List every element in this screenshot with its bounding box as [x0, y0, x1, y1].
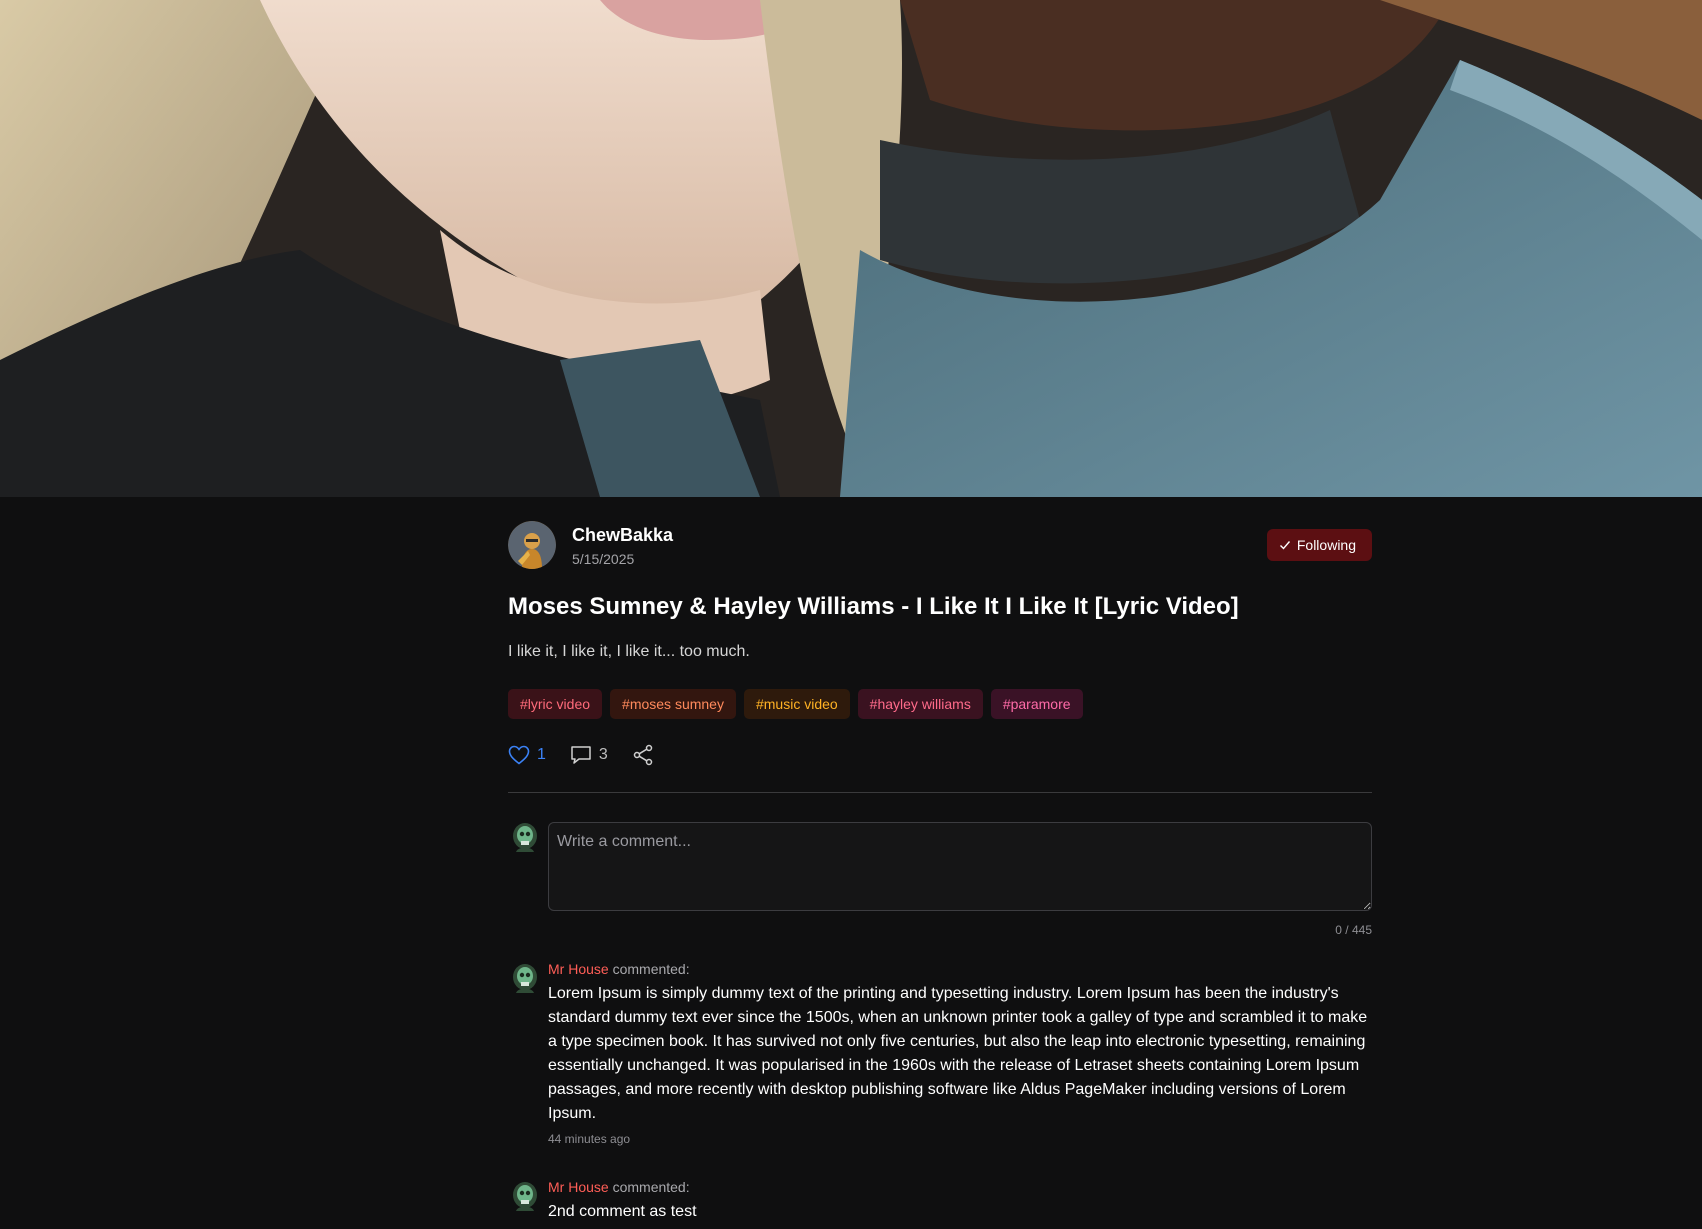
share-icon: [633, 744, 653, 766]
comment-input[interactable]: [548, 822, 1372, 911]
comment-header: Mr House commented:: [548, 1179, 690, 1195]
comment-header: Mr House commented:: [548, 961, 690, 977]
comment-button[interactable]: 3: [570, 745, 608, 765]
comment-count: 3: [598, 746, 608, 763]
skull-avatar-icon: [513, 823, 537, 852]
commenter-name[interactable]: Mr House: [548, 961, 609, 977]
comment-item: Mr House commented: Lorem Ipsum is simpl…: [508, 961, 1372, 1151]
speech-bubble-icon: [571, 746, 591, 764]
tag-pill[interactable]: #moses sumney: [610, 689, 736, 719]
check-icon: [1279, 541, 1290, 550]
comment-item: Mr House commented: 2nd comment as test: [508, 1179, 1372, 1229]
commenter-avatar[interactable]: [510, 1181, 540, 1215]
author-name[interactable]: ChewBakka: [572, 525, 673, 546]
comment-body: Lorem Ipsum is simply dummy text of the …: [548, 985, 1368, 1122]
current-user-avatar: [510, 822, 540, 856]
tag-pill[interactable]: #music video: [743, 689, 850, 719]
post-actions: 1 3: [508, 742, 678, 768]
comment-action-text: commented:: [608, 1179, 690, 1195]
post-cover-image: [0, 0, 1702, 497]
divider: [508, 792, 1372, 793]
cover-image-art: [0, 0, 1702, 497]
post-title: Moses Sumney & Hayley Williams - I Like …: [508, 593, 1239, 620]
skull-avatar-icon: [513, 964, 537, 993]
char-counter: 0 / 445: [1335, 923, 1372, 937]
tag-pill[interactable]: #hayley williams: [857, 689, 983, 719]
comment-timestamp: 44 minutes ago: [548, 1132, 631, 1146]
comment-body: 2nd comment as test: [548, 1203, 697, 1220]
following-label: Following: [1296, 537, 1356, 553]
post-description: I like it, I like it, I like it... too m…: [508, 643, 750, 660]
share-button[interactable]: [632, 744, 654, 766]
post-date: 5/15/2025: [572, 551, 635, 567]
user-avatar-icon: [508, 521, 556, 569]
like-button[interactable]: 1: [508, 745, 546, 765]
commenter-avatar[interactable]: [510, 963, 540, 997]
post-author-row: ChewBakka 5/15/2025 Following: [508, 521, 1372, 571]
comment-action-text: commented:: [608, 961, 690, 977]
tag-pill[interactable]: #lyric video: [508, 689, 603, 719]
commenter-name[interactable]: Mr House: [548, 1179, 609, 1195]
following-button[interactable]: Following: [1266, 529, 1372, 561]
tag-list: #lyric video #moses sumney #music video #ha…: [508, 689, 1083, 719]
heart-icon: [508, 745, 530, 765]
tag-pill[interactable]: #paramore: [990, 689, 1083, 719]
like-count: 1: [537, 746, 546, 763]
skull-avatar-icon: [513, 1182, 537, 1211]
author-avatar[interactable]: [508, 521, 556, 569]
